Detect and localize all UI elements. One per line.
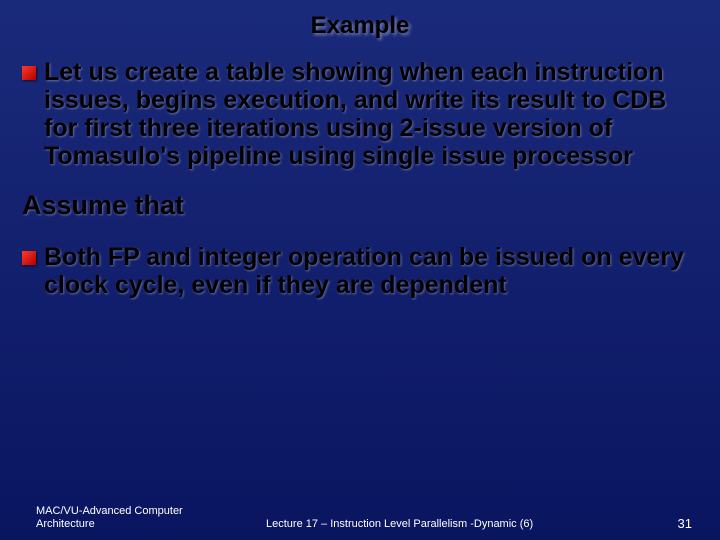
bullet-text: Both FP and integer operation can be iss… — [44, 243, 698, 299]
footer-left: MAC/VU-Advanced Computer Architecture — [36, 505, 236, 533]
bullet-item: Both FP and integer operation can be iss… — [22, 243, 698, 299]
slide-content: Let us create a table showing when each … — [0, 58, 720, 299]
bullet-item: Let us create a table showing when each … — [22, 58, 698, 170]
subheading: Assume that — [22, 190, 698, 221]
bullet-icon — [22, 66, 36, 80]
slide-footer: MAC/VU-Advanced Computer Architecture Le… — [0, 505, 720, 533]
bullet-icon — [22, 251, 36, 265]
footer-center: Lecture 17 – Instruction Level Paralleli… — [236, 518, 632, 532]
bullet-text: Let us create a table showing when each … — [44, 58, 698, 170]
slide-title: Example — [0, 0, 720, 58]
footer-page-number: 31 — [632, 516, 692, 532]
